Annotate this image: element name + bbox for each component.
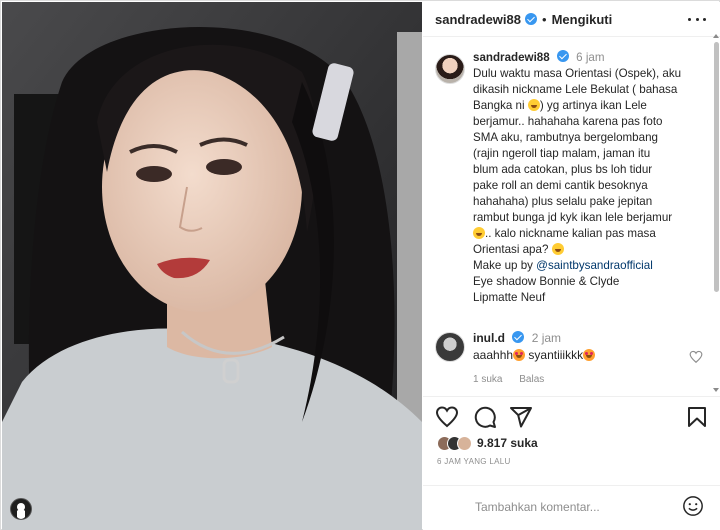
- portrait-image: [2, 2, 422, 530]
- rofl-emoji-icon: [473, 227, 485, 239]
- caption-line: .. kalo nickname kalian pas masa: [485, 227, 656, 240]
- mention-link[interactable]: @saintbysandraofficial: [536, 259, 653, 272]
- caption-line: hahahaha) plus selalu pake jepitan: [473, 195, 653, 208]
- caption-line: Bangka ni: [473, 99, 525, 112]
- heart-eyes-emoji-icon: [513, 349, 526, 361]
- likes-count[interactable]: 9.817 suka: [477, 436, 538, 450]
- caption-line: dikasih nickname Lele Bekulat ( bahasa: [473, 83, 678, 96]
- comments-list[interactable]: sandradewi88 6 jam Dulu waktu masa Orien…: [423, 38, 720, 396]
- comment-input[interactable]: [475, 498, 675, 516]
- caption-line: blum ada catokan, plus bs loh tidur: [473, 163, 653, 176]
- verified-badge-icon: [525, 13, 537, 25]
- scroll-down-arrow-icon[interactable]: [713, 388, 719, 392]
- separator-dot: •: [542, 11, 547, 27]
- caption-line: Eye shadow Bonnie & Clyde: [473, 275, 620, 288]
- verified-badge-icon: [512, 331, 525, 343]
- verified-badge-icon: [556, 50, 569, 62]
- send-icon[interactable]: [509, 405, 533, 429]
- post-photo[interactable]: [2, 2, 422, 530]
- rofl-emoji-icon: [527, 99, 540, 111]
- caption-line: pake roll an demi cantik besoknya: [473, 179, 648, 192]
- scroll-up-arrow-icon[interactable]: [713, 34, 719, 38]
- caption-line: rambut bunga jd kyk ikan lele berjamur: [473, 211, 673, 224]
- more-options-icon[interactable]: [688, 12, 706, 26]
- post-modal: sandradewi88 • Mengikuti sandradewi88 6 …: [0, 0, 720, 530]
- caption-text: sandradewi88 6 jam Dulu waktu masa Orien…: [473, 50, 705, 306]
- like-comment-heart-icon[interactable]: [689, 350, 703, 364]
- reply-comment: inul.d 2 jam aaahhh syantiiikkk 1 suka B…: [435, 330, 705, 385]
- bookmark-icon[interactable]: [685, 405, 709, 429]
- likes-row[interactable]: 9.817 suka: [437, 435, 538, 451]
- post-sidebar: sandradewi88 • Mengikuti sandradewi88 6 …: [423, 2, 720, 530]
- reply-meta: 1 suka Balas: [473, 374, 705, 385]
- reply-button[interactable]: Balas: [519, 374, 544, 385]
- avatar[interactable]: [435, 54, 465, 84]
- header-username[interactable]: sandradewi88: [435, 12, 521, 27]
- caption-line: Orientasi apa?: [473, 243, 549, 256]
- comments-scrollbar[interactable]: [713, 34, 719, 392]
- post-timestamp[interactable]: 6 JAM YANG LALU: [437, 457, 511, 466]
- caption-line: berjamur.. hahahaha karena pas foto: [473, 115, 663, 128]
- caption-time[interactable]: 6 jam: [576, 51, 604, 64]
- reply-username[interactable]: inul.d: [473, 331, 505, 345]
- heart-eyes-emoji-icon: [583, 349, 596, 361]
- caption-line: Dulu waktu masa Orientasi (Ospek), aku: [473, 67, 682, 80]
- avatar: [457, 435, 472, 451]
- caption-line: Make up by: [473, 259, 533, 272]
- reply-likes-count[interactable]: 1 suka: [473, 374, 502, 385]
- rofl-emoji-icon: [551, 243, 564, 255]
- caption-line: Lipmatte Neuf: [473, 291, 546, 304]
- caption-line: (rajin ngeroll tiap malam, jaman itu: [473, 147, 651, 160]
- reply-text-b: syantiiikkk: [528, 348, 584, 362]
- heart-icon[interactable]: [435, 405, 459, 429]
- caption-line: SMA aku, rambutnya bergelombang: [473, 131, 658, 144]
- caption-comment: sandradewi88 6 jam Dulu waktu masa Orien…: [435, 50, 705, 306]
- caption-line: ) yg artinya ikan Lele: [539, 99, 647, 112]
- avatar[interactable]: [435, 332, 465, 362]
- scroll-thumb[interactable]: [714, 42, 719, 292]
- user-tag-icon[interactable]: [10, 498, 32, 520]
- following-button[interactable]: Mengikuti: [552, 12, 613, 27]
- reply-text: inul.d 2 jam aaahhh syantiiikkk: [473, 330, 705, 364]
- post-actions: 9.817 suka 6 JAM YANG LALU: [423, 396, 720, 496]
- add-comment-bar: [423, 485, 720, 530]
- post-header: sandradewi88 • Mengikuti: [423, 2, 720, 37]
- reply-time[interactable]: 2 jam: [532, 331, 561, 345]
- smiley-icon[interactable]: [682, 495, 704, 517]
- reply-text-a: aaahhh: [473, 348, 514, 362]
- caption-username[interactable]: sandradewi88: [473, 51, 550, 64]
- comment-icon[interactable]: [473, 405, 497, 429]
